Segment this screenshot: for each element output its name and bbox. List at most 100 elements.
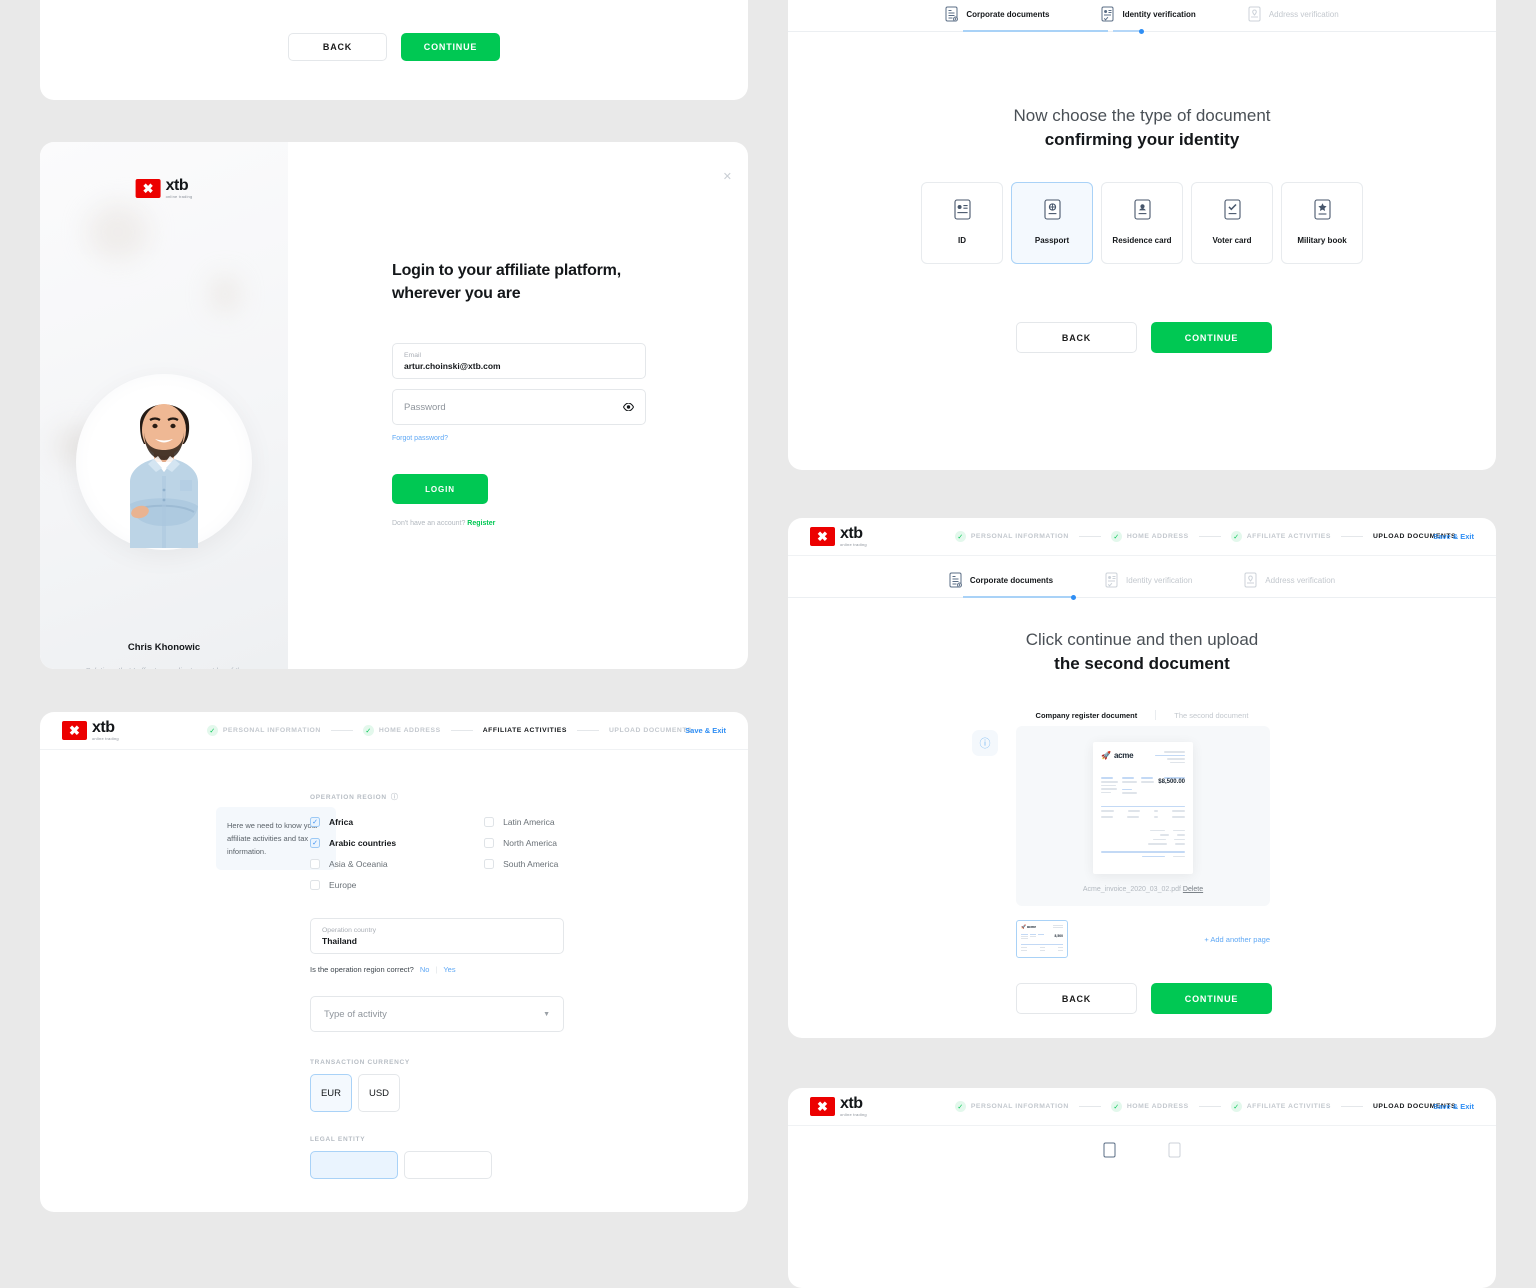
- email-field[interactable]: Email artur.choinski@xtb.com: [392, 343, 646, 380]
- document-type-passport[interactable]: Passport: [1011, 182, 1093, 264]
- xtb-logo-tagline: online trading: [165, 194, 193, 199]
- checkbox-row-arabic-countries[interactable]: ✓ Arabic countries: [310, 838, 396, 848]
- checkbox-row-latin-america[interactable]: Latin America: [484, 817, 558, 827]
- document-type-military-book[interactable]: Military book: [1281, 182, 1363, 264]
- checkbox-label: Latin America: [503, 817, 555, 827]
- back-button[interactable]: BACK: [288, 33, 387, 61]
- wizard-step-upload-documents[interactable]: UPLOAD DOCUMENTS: [609, 727, 692, 734]
- tab-progress-complete: [963, 30, 1108, 32]
- wizard-step-personal-information[interactable]: ✓ PERSONAL INFORMATION: [206, 725, 321, 736]
- continue-button[interactable]: CONTINUE: [401, 33, 500, 61]
- wizard-step-label: PERSONAL INFORMATION: [970, 1103, 1069, 1110]
- wizard-step-personal-information[interactable]: ✓ PERSONAL INFORMATION: [954, 531, 1069, 542]
- page-title: Click continue and then upload the secon…: [788, 630, 1496, 674]
- operation-region-group: OPERATION REGION ⓘ ✓ Africa ✓ Arabic cou…: [310, 792, 564, 1179]
- checkbox-south-america[interactable]: [484, 859, 495, 869]
- info-icon[interactable]: ⓘ: [972, 730, 998, 756]
- checkbox-asia-oceania[interactable]: [310, 859, 320, 869]
- show-password-icon[interactable]: [622, 398, 635, 416]
- doc-tab-identity-verification[interactable]: Identity verification: [1105, 572, 1192, 598]
- region-correct-no[interactable]: No: [420, 965, 430, 974]
- checkbox-row-europe[interactable]: Europe: [310, 880, 396, 890]
- identity-verification-icon: [1101, 6, 1114, 22]
- checkbox-label: South America: [503, 859, 559, 869]
- continue-button[interactable]: CONTINUE: [1151, 322, 1272, 353]
- decorative-blob: [212, 276, 238, 312]
- checkbox-row-asia-oceania[interactable]: Asia & Oceania: [310, 859, 396, 869]
- doc-tab-label: Corporate documents: [966, 9, 1050, 19]
- register-link[interactable]: Register: [467, 520, 495, 527]
- legal-entity-option-1[interactable]: [310, 1151, 398, 1179]
- wizard-steps: ✓ PERSONAL INFORMATION ✓ HOME ADDRESS ✓ …: [954, 1101, 1456, 1112]
- document-preview[interactable]: 🚀 acme $8,500.00: [1093, 742, 1193, 874]
- page-thumbnail[interactable]: 🚀 acme 8,500: [1016, 920, 1068, 958]
- close-icon[interactable]: ✕: [723, 170, 732, 183]
- document-type-voter-card[interactable]: Voter card: [1191, 182, 1273, 264]
- wizard-step-home-address[interactable]: ✓ HOME ADDRESS: [362, 725, 441, 736]
- help-icon[interactable]: ⓘ: [391, 792, 399, 802]
- xtb-logo-tagline: online trading: [92, 736, 119, 741]
- back-button[interactable]: BACK: [1016, 322, 1137, 353]
- checkbox-row-africa[interactable]: ✓ Africa: [310, 817, 396, 827]
- wizard-step-label: PERSONAL INFORMATION: [970, 533, 1069, 540]
- wizard-step-affiliate-activities[interactable]: ✓ AFFILIATE ACTIVITIES: [1230, 1101, 1331, 1112]
- wizard-step-affiliate-activities[interactable]: AFFILIATE ACTIVITIES: [483, 727, 567, 734]
- xtb-logo-mark: ✖: [135, 179, 161, 198]
- password-field[interactable]: Password: [392, 389, 646, 426]
- save-and-exit-link[interactable]: Save & Exit: [685, 726, 726, 735]
- save-and-exit-link[interactable]: Save & Exit: [1433, 532, 1474, 541]
- doc-tab-corporate-documents[interactable]: Corporate documents: [949, 572, 1053, 598]
- document-type-residence-card[interactable]: Residence card: [1101, 182, 1183, 264]
- continue-button[interactable]: CONTINUE: [1151, 983, 1272, 1014]
- checkbox-row-north-america[interactable]: North America: [484, 838, 558, 848]
- upload-dropzone[interactable]: 🚀 acme $8,500.00 Acme_invoice_2020_03_02…: [1016, 726, 1270, 906]
- save-and-exit-link[interactable]: Save & Exit: [1433, 1102, 1474, 1111]
- address-verification-icon: [1248, 6, 1261, 22]
- currency-option-eur[interactable]: EUR: [310, 1074, 352, 1112]
- xtb-logo: ✖ xtb online trading: [135, 177, 193, 199]
- doc-tab-identity-verification[interactable]: [1168, 1142, 1181, 1168]
- currency-option-usd[interactable]: USD: [358, 1074, 400, 1112]
- subtab-the-second-document[interactable]: The second document: [1174, 711, 1248, 720]
- back-button[interactable]: BACK: [1016, 983, 1137, 1014]
- operation-country-field[interactable]: Operation country Thailand: [310, 918, 564, 954]
- button-row: BACK CONTINUE: [1016, 322, 1272, 353]
- checkbox-africa[interactable]: ✓: [310, 817, 320, 827]
- checkbox-latin-america[interactable]: [484, 817, 495, 827]
- doc-tab-address-verification[interactable]: Address verification: [1244, 572, 1335, 598]
- activity-type-select[interactable]: Type of activity ▼: [310, 996, 564, 1032]
- check-icon: ✓: [362, 725, 374, 736]
- xtb-logo-text: xtb: [840, 525, 863, 542]
- delete-file-link[interactable]: Delete: [1183, 886, 1203, 893]
- xtb-logo[interactable]: ✖ xtb online trading: [810, 1096, 867, 1117]
- email-field-value: artur.choinski@xtb.com: [404, 360, 501, 371]
- region-correct-yes[interactable]: Yes: [443, 965, 455, 974]
- doc-tab-identity-verification[interactable]: Identity verification: [1101, 6, 1196, 32]
- wizard-step-home-address[interactable]: ✓ HOME ADDRESS: [1110, 531, 1189, 542]
- checkbox-north-america[interactable]: [484, 838, 495, 848]
- legal-entity-option-2[interactable]: [404, 1151, 492, 1179]
- region-correct-question: Is the operation region correct?: [310, 965, 414, 974]
- forgot-password-link[interactable]: Forgot password?: [392, 435, 448, 442]
- checkbox-europe[interactable]: [310, 880, 320, 890]
- xtb-logo[interactable]: ✖ xtb online trading: [62, 720, 119, 741]
- subtab-company-register-document[interactable]: Company register document: [1036, 711, 1138, 720]
- xtb-logo[interactable]: ✖ xtb online trading: [810, 526, 867, 547]
- doc-tab-address-verification[interactable]: Address verification: [1248, 6, 1339, 32]
- checkbox-arabic-countries[interactable]: ✓: [310, 838, 320, 848]
- xtb-logo-text: xtb: [165, 177, 189, 194]
- check-icon: ✓: [206, 725, 218, 736]
- corporate-documents-icon: [1103, 1142, 1116, 1158]
- invoice-logo-text: acme: [1113, 751, 1134, 760]
- add-another-page-link[interactable]: + Add another page: [1204, 935, 1270, 944]
- login-button[interactable]: LOGIN: [392, 474, 488, 505]
- checkbox-row-south-america[interactable]: South America: [484, 859, 558, 869]
- document-type-id[interactable]: ID: [921, 182, 1003, 264]
- document-type-label: Voter card: [1212, 236, 1252, 246]
- doc-tab-corporate-documents[interactable]: [1103, 1142, 1116, 1168]
- wizard-step-affiliate-activities[interactable]: ✓ AFFILIATE ACTIVITIES: [1230, 531, 1331, 542]
- wizard-step-home-address[interactable]: ✓ HOME ADDRESS: [1110, 1101, 1189, 1112]
- wizard-header: ✖ xtb online trading ✓ PERSONAL INFORMAT…: [788, 1088, 1496, 1126]
- wizard-step-personal-information[interactable]: ✓ PERSONAL INFORMATION: [954, 1101, 1069, 1112]
- doc-tab-corporate-documents[interactable]: Corporate documents: [945, 6, 1049, 32]
